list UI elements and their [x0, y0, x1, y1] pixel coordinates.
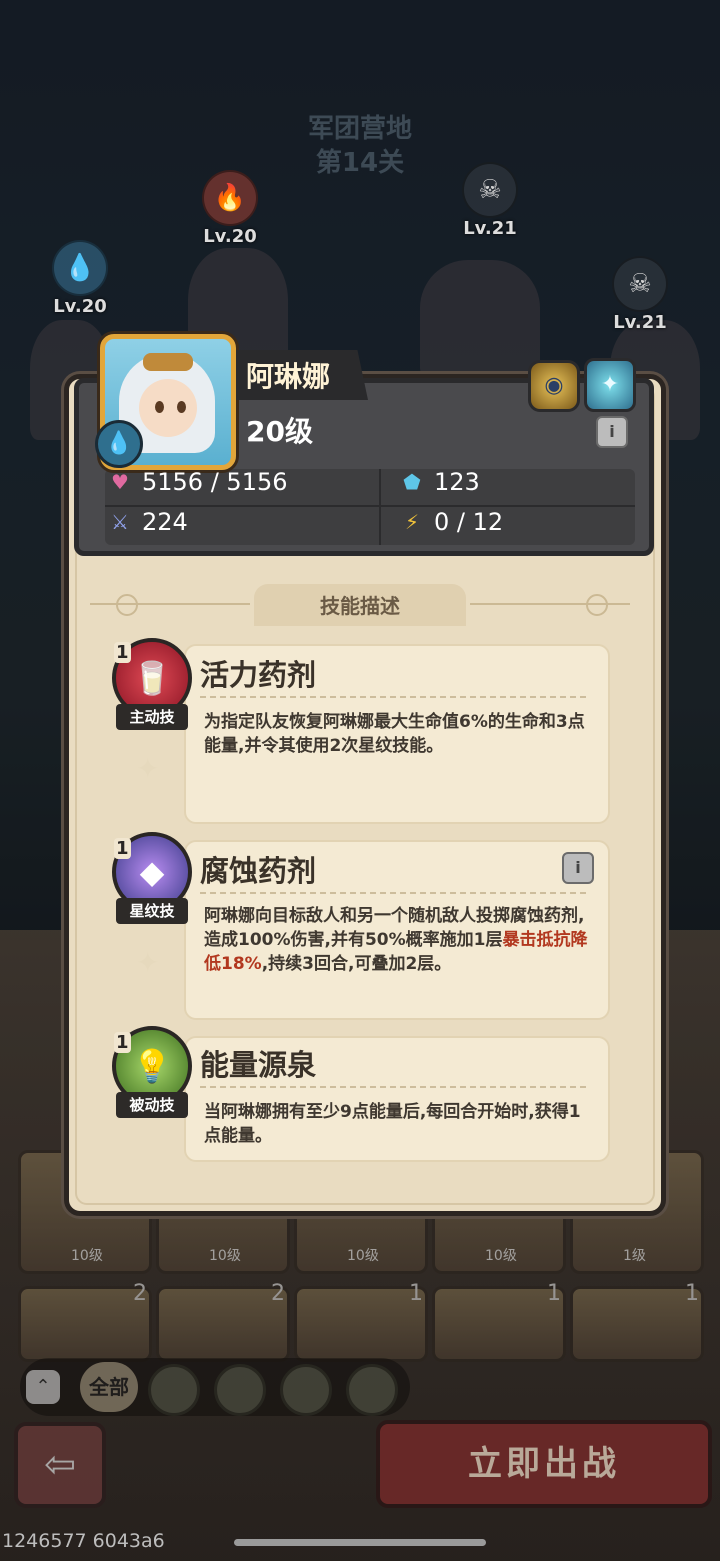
- hero-card[interactable]: 2: [156, 1281, 290, 1362]
- enemy-marker: ☠ Lv.21: [458, 162, 522, 239]
- faction-emblem-icon[interactable]: ◉: [528, 360, 580, 412]
- start-battle-button[interactable]: 立即出战: [376, 1420, 712, 1508]
- fire-element-icon: 🔥: [202, 170, 258, 226]
- hp-stat: ♥ 5156 / 5156: [106, 468, 288, 496]
- skill-type: 主动技: [116, 704, 188, 730]
- shield-icon: ⬟: [403, 470, 421, 494]
- star-badge: 1: [409, 1281, 423, 1306]
- portrait-goggles: [143, 353, 193, 371]
- sword-icon: ⚔: [111, 510, 129, 534]
- hero-card[interactable]: 1: [570, 1281, 704, 1362]
- element-filter-bar: [20, 1358, 410, 1416]
- skill-name: 腐蚀药剂: [200, 854, 317, 888]
- hero-level: 20级: [246, 415, 313, 448]
- star-badge: 1: [547, 1281, 561, 1306]
- stage-number: 第14关: [315, 148, 405, 178]
- skill-rank: 1: [114, 642, 131, 663]
- energy-stat: ⚡ 0 / 12: [398, 508, 503, 536]
- hero-info-icon[interactable]: i: [596, 416, 628, 448]
- enemy-level: Lv.21: [613, 312, 667, 333]
- skill-description: 为指定队友恢复阿琳娜最大生命值6%的生命和3点能量,并令其使用2次星纹技能。: [204, 712, 585, 756]
- enemy-marker: ☠ Lv.21: [608, 256, 672, 333]
- heart-icon: ♥: [111, 470, 129, 494]
- skill-rank: 1: [114, 1032, 131, 1053]
- stage-title: 军团营地 第14关: [0, 112, 720, 180]
- defense-value: 123: [434, 468, 480, 496]
- portrait-face: [139, 379, 197, 437]
- hero-card[interactable]: 2: [18, 1281, 152, 1362]
- skill-name: 能量源泉: [200, 1048, 317, 1082]
- skill-description: 当阿琳娜拥有至少9点能量后,每回合开始时,获得1点能量。: [204, 1102, 581, 1146]
- skill-description: 阿琳娜向目标敌人和另一个随机敌人投掷腐蚀药剂,造成100%伤害,并有50%概率施…: [204, 904, 588, 976]
- skull-icon: ☠: [462, 162, 518, 218]
- enemy-level: Lv.20: [53, 296, 107, 317]
- hero-card-level: 10级: [71, 1248, 103, 1264]
- enemy-marker: 🔥 Lv.20: [198, 170, 262, 247]
- skill-description-text: ,持续3回合,可叠加2层。: [261, 954, 452, 974]
- star-rune-icon[interactable]: ✦: [584, 358, 636, 412]
- back-arrow-icon: ⇦: [44, 1442, 76, 1486]
- water-filter-icon[interactable]: [214, 1364, 266, 1416]
- filter-all-button[interactable]: 全部: [80, 1362, 138, 1412]
- hero-card[interactable]: 1: [294, 1281, 428, 1362]
- skill-info-icon[interactable]: i: [562, 852, 594, 884]
- star-badge: 2: [271, 1281, 285, 1306]
- divider: [379, 469, 381, 545]
- section-title: 技能描述: [320, 594, 400, 618]
- star-badge: 2: [133, 1281, 147, 1306]
- sparkle-icon: ✦: [136, 752, 160, 785]
- divider: [105, 505, 635, 507]
- skill-rank: 1: [114, 838, 131, 859]
- skull-icon: ☠: [612, 256, 668, 312]
- enemy-marker: 💧 Lv.20: [48, 240, 112, 317]
- water-element-icon: 💧: [95, 420, 143, 468]
- ornament-icon: [586, 594, 608, 616]
- divider: [200, 1086, 586, 1088]
- defense-stat: ⬟ 123: [398, 468, 480, 496]
- divider: [200, 696, 586, 698]
- sparkle-icon: ✦: [136, 946, 160, 979]
- skill-type: 星纹技: [116, 898, 188, 924]
- fire-filter-icon[interactable]: [280, 1364, 332, 1416]
- ornament-icon: [116, 594, 138, 616]
- portrait-eye: [155, 401, 164, 413]
- skill-type: 被动技: [116, 1092, 188, 1118]
- skill-name: 活力药剂: [200, 658, 317, 692]
- hp-value: 5156 / 5156: [142, 468, 288, 496]
- lightning-icon: ⚡: [404, 510, 420, 534]
- earth-filter-icon[interactable]: [148, 1364, 200, 1416]
- hero-card-level: 10级: [209, 1248, 241, 1264]
- enemy-level: Lv.20: [203, 226, 257, 247]
- stage-name: 军团营地: [307, 114, 412, 144]
- home-indicator[interactable]: [234, 1539, 486, 1546]
- back-button[interactable]: ⇦: [14, 1422, 106, 1508]
- divider: [90, 603, 250, 605]
- enemy-level: Lv.21: [463, 218, 517, 239]
- hero-card-level: 10级: [347, 1248, 379, 1264]
- water-element-icon: 💧: [52, 240, 108, 296]
- star-badge: 1: [685, 1281, 699, 1306]
- hero-card[interactable]: 1: [432, 1281, 566, 1362]
- collapse-up-button[interactable]: ⌃: [26, 1370, 60, 1404]
- attack-stat: ⚔ 224: [106, 508, 188, 536]
- enemy-silhouette: [420, 260, 540, 380]
- energy-value: 0 / 12: [434, 508, 504, 536]
- hero-card-level: 1级: [623, 1248, 646, 1264]
- portrait-eye: [177, 401, 186, 413]
- hero-card-level: 10级: [485, 1248, 517, 1264]
- wind-filter-icon[interactable]: [346, 1364, 398, 1416]
- hero-name: 阿琳娜: [246, 360, 331, 393]
- divider: [200, 892, 586, 894]
- build-id: 1246577 6043a6: [2, 1530, 165, 1552]
- attack-value: 224: [142, 508, 188, 536]
